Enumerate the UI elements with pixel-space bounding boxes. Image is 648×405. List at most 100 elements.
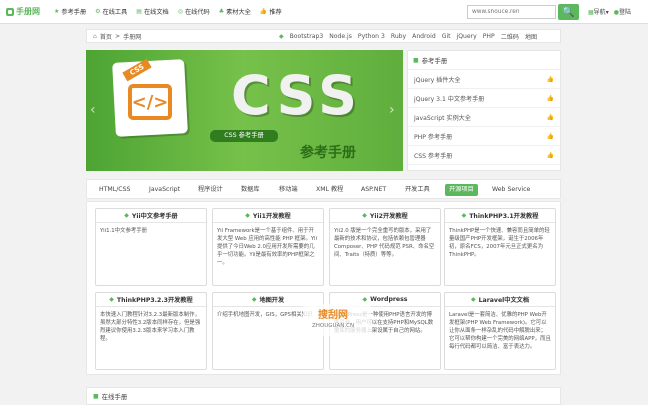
tag-icon: ◆: [470, 296, 476, 303]
card-title: ThinkPHP3.2.3开发教程: [116, 297, 193, 304]
tag-icon: ◆: [362, 212, 367, 219]
book-icon: [6, 7, 14, 16]
breadcrumb: ⌂ 首页 > 手册网: [93, 32, 141, 41]
thumbs-up-icon: 👍: [546, 151, 554, 159]
tag-link[interactable]: PHP: [483, 33, 495, 40]
reference-item[interactable]: jQuery 3.1 中文参考手册 👍: [408, 89, 560, 108]
login-label: 登陆: [618, 9, 631, 16]
tab-programming[interactable]: 程序设计: [198, 184, 223, 196]
nav-docs[interactable]: ▤ 在线文档: [136, 7, 168, 16]
tag-link[interactable]: 地图: [525, 32, 537, 41]
tutorial-card[interactable]: ◆ ThinkPHP3.2.3开发教程 本快速入门教程针对3.2.3最新版本制作，…: [95, 292, 207, 370]
chevron-down-icon: ▾: [605, 9, 609, 16]
card-title: Wordpress: [370, 296, 408, 303]
tutorial-card[interactable]: ◆ Yii2开发教程 Yii2.0 版是一个完全重写的版本，采用了最新的技术和协议…: [329, 208, 441, 286]
reference-item[interactable]: JavaScript 实例大全 👍: [408, 108, 560, 127]
nav-tools[interactable]: ⚙ 在线工具: [95, 7, 127, 16]
gear-icon: ⚙: [95, 8, 101, 15]
card-title: 地图开发: [259, 297, 285, 304]
card-header: ◆ ThinkPHP3.2.3开发教程: [96, 293, 206, 307]
nav-reference[interactable]: ★ 参考手册: [54, 7, 86, 16]
tag-links: ◆ Bootstrap3 Node.js Python 3 Ruby Andro…: [279, 32, 537, 41]
card-description: Yii Framework是一个基于组件、用于开发大型 Web 应用的高性能 P…: [217, 228, 317, 266]
card-description: ThinkPHP是一个快速、兼容而且简单的轻量级国产PHP开发框架，诞生于200…: [449, 228, 550, 258]
search-input[interactable]: [467, 5, 556, 19]
tag-icon: ◆: [279, 32, 284, 40]
tutorial-grid: ◆ Yii中文参考手册 Yii1.1中文参考手册 ◆ Yii1开发教程 Yii Fr…: [86, 201, 561, 375]
card-description: Yii2.0 版是一个完全重写的版本，采用了最新的技术和协议，包括依赖包管理器 …: [334, 228, 435, 258]
tutorial-card[interactable]: ◆ Laravel中文文档 Laravel是一套简洁、优雅的PHP Web开发框架…: [444, 292, 556, 370]
nav-label: 在线代码: [184, 9, 210, 16]
tag-link[interactable]: Python 3: [358, 33, 385, 40]
tag-link[interactable]: Node.js: [329, 33, 352, 40]
nav-code[interactable]: ◎ 在线代码: [178, 7, 210, 16]
tag-link[interactable]: Ruby: [391, 33, 406, 40]
nav-materials[interactable]: ♣ 素材大全: [219, 7, 251, 16]
section-title: 在线手册: [101, 392, 128, 401]
nav-label: 参考手册: [61, 9, 87, 16]
card-description: 本快速入门教程针对3.2.3最新版本制作，虽然大部分特性3.2版本同样存在，但是…: [100, 312, 201, 342]
tab-devtools[interactable]: 开发工具: [405, 184, 430, 196]
card-title: Yii1开发教程: [252, 213, 291, 220]
banner-pill: CSS 参考手册: [210, 130, 278, 142]
site-name: 手册网: [16, 7, 40, 16]
search-icon: 🔍: [562, 6, 575, 18]
tag-icon: ◆: [245, 212, 250, 219]
reference-item[interactable]: jQuery 插件大全 👍: [408, 70, 560, 89]
tab-database[interactable]: 数据库: [241, 184, 260, 196]
tab-javascript[interactable]: JavaScript: [149, 184, 180, 196]
reference-item-label: JavaScript 实例大全: [414, 114, 471, 122]
tag-link[interactable]: jQuery: [457, 33, 477, 40]
tutorial-card[interactable]: ◆ Yii中文参考手册 Yii1.1中文参考手册: [95, 208, 207, 286]
tag-link[interactable]: 二维码: [501, 32, 519, 41]
star-icon: ★: [54, 8, 60, 15]
breadcrumb-separator: >: [115, 32, 121, 40]
breadcrumb-home[interactable]: 首页: [100, 32, 112, 41]
card-title: Yii中文参考手册: [131, 213, 178, 220]
card-header: ◆ Yii2开发教程: [330, 209, 440, 223]
banner-subtitle: 参考手册: [300, 145, 356, 161]
card-header: ◆ Laravel中文文档: [445, 293, 555, 307]
code-icon: ◎: [177, 8, 183, 15]
search-button[interactable]: 🔍: [558, 4, 579, 20]
tab-mobile[interactable]: 移动端: [279, 184, 298, 196]
tag-link[interactable]: Android: [412, 33, 436, 40]
login-button[interactable]: ●登陆: [614, 7, 631, 16]
breadcrumb-bar: ⌂ 首页 > 手册网 ◆ Bootstrap3 Node.js Python 3…: [86, 29, 561, 43]
tutorial-card[interactable]: ◆ Yii1开发教程 Yii Framework是一个基于组件、用于开发大型 We…: [212, 208, 324, 286]
user-nav: ▦导航▾ ●登陆: [588, 7, 631, 16]
card-title: ThinkPHP3.1开发教程: [469, 213, 539, 220]
tab-html-css[interactable]: HTML/CSS: [99, 184, 130, 196]
tag-link[interactable]: Bootstrap3: [290, 33, 324, 40]
code-brackets-icon: </>: [128, 84, 172, 120]
thumbs-up-icon: 👍: [259, 8, 268, 15]
reference-item[interactable]: PHP 参考手册 👍: [408, 127, 560, 146]
document-icon: ▤: [136, 8, 142, 15]
panel-header: ■ 参考手册: [408, 51, 560, 70]
tab-xml[interactable]: XML 教程: [316, 184, 343, 196]
breadcrumb-current: 手册网: [123, 33, 142, 41]
tab-web-service[interactable]: Web Service: [492, 184, 530, 196]
clover-icon: ♣: [218, 8, 225, 15]
reference-item[interactable]: CSS 参考手册 👍: [408, 146, 560, 165]
home-icon: ⌂: [93, 32, 97, 40]
chevron-left-icon[interactable]: ‹: [90, 102, 96, 118]
nav-menu-button[interactable]: ▦导航▾: [588, 7, 609, 16]
card-title: Yii2开发教程: [369, 213, 408, 220]
category-tabs: HTML/CSS JavaScript 程序设计 数据库 移动端 XML 教程 …: [86, 179, 561, 199]
tab-open-source[interactable]: 开源项目: [445, 184, 478, 196]
watermark-text: 搜刮网: [318, 310, 348, 321]
bookmark-icon: ■: [93, 392, 99, 400]
thumbs-up-icon: 👍: [546, 132, 554, 140]
tutorial-card[interactable]: ◆ ThinkPHP3.1开发教程 ThinkPHP是一个快速、兼容而且简单的轻量…: [444, 208, 556, 286]
tab-aspnet[interactable]: ASP.NET: [361, 184, 386, 196]
thumbs-up-icon: 👍: [546, 113, 554, 121]
thumbs-up-icon: 👍: [546, 75, 554, 83]
site-logo[interactable]: 手册网: [6, 6, 40, 17]
card-header: ◆ Yii1开发教程: [213, 209, 323, 223]
hero-banner[interactable]: CSS </> CSS CSS 参考手册 参考手册 ‹ ›: [86, 50, 403, 171]
nav-recommend[interactable]: 👍 推荐: [260, 7, 282, 16]
tag-link[interactable]: Git: [442, 33, 451, 40]
online-manual-section: ■ 在线手册: [86, 387, 561, 405]
chevron-right-icon[interactable]: ›: [389, 102, 395, 118]
